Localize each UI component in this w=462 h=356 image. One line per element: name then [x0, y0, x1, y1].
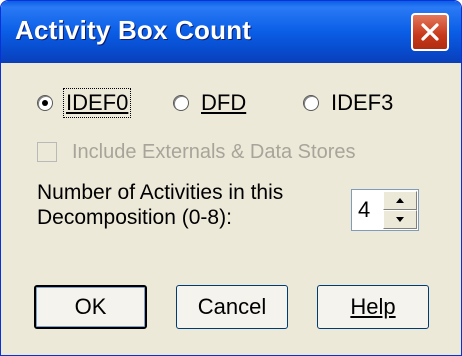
- activities-label-line2: Decomposition (0-8):: [37, 206, 232, 229]
- help-button-text: Help: [350, 294, 396, 319]
- ok-button[interactable]: OK: [34, 285, 147, 329]
- help-button[interactable]: Help: [317, 285, 429, 329]
- dialog-body: IDEF0 DFD IDEF3 Include Externals & Data…: [4, 63, 458, 352]
- radio-dfd-text: DFD: [201, 90, 247, 115]
- arrow-down-icon: [396, 217, 404, 222]
- close-icon: [421, 23, 439, 41]
- close-button[interactable]: [411, 13, 449, 51]
- window-title: Activity Box Count: [15, 15, 252, 45]
- activities-count-spinner[interactable]: 4: [351, 189, 419, 231]
- cancel-button[interactable]: Cancel: [176, 285, 288, 329]
- ok-button-label: OK: [74, 294, 107, 319]
- radio-idef0-label: IDEF0: [62, 88, 132, 118]
- spinner-buttons: [383, 191, 417, 229]
- include-externals-checkbox-row: Include Externals & Data Stores: [37, 139, 355, 165]
- radio-button-icon[interactable]: [303, 95, 319, 111]
- radio-dfd[interactable]: DFD: [173, 88, 246, 118]
- radio-dfd-label: DFD: [201, 90, 246, 116]
- cancel-button-label: Cancel: [197, 294, 267, 319]
- help-button-label: Help: [350, 294, 395, 320]
- include-externals-label: Include Externals & Data Stores: [72, 140, 356, 163]
- activities-label-line1: Number of Activities in this: [37, 181, 284, 204]
- spin-up-button[interactable]: [383, 191, 417, 210]
- radio-button-icon[interactable]: [37, 95, 53, 111]
- include-externals-checkbox: [37, 142, 57, 162]
- radio-idef3-label: IDEF3: [331, 90, 394, 115]
- arrow-up-icon: [396, 198, 404, 203]
- activities-count-value[interactable]: 4: [358, 197, 370, 223]
- dialog-window: Activity Box Count IDEF0 DFD IDEF3 Inclu…: [0, 0, 462, 356]
- radio-idef0[interactable]: IDEF0: [37, 88, 132, 118]
- spin-down-button[interactable]: [383, 210, 417, 229]
- radio-button-icon[interactable]: [173, 95, 189, 111]
- radio-idef3[interactable]: IDEF3: [303, 88, 393, 118]
- radio-idef0-text: IDEF0: [66, 90, 129, 115]
- title-bar[interactable]: Activity Box Count: [1, 1, 461, 63]
- activities-count-label: Number of Activities in this Decompositi…: [37, 180, 337, 230]
